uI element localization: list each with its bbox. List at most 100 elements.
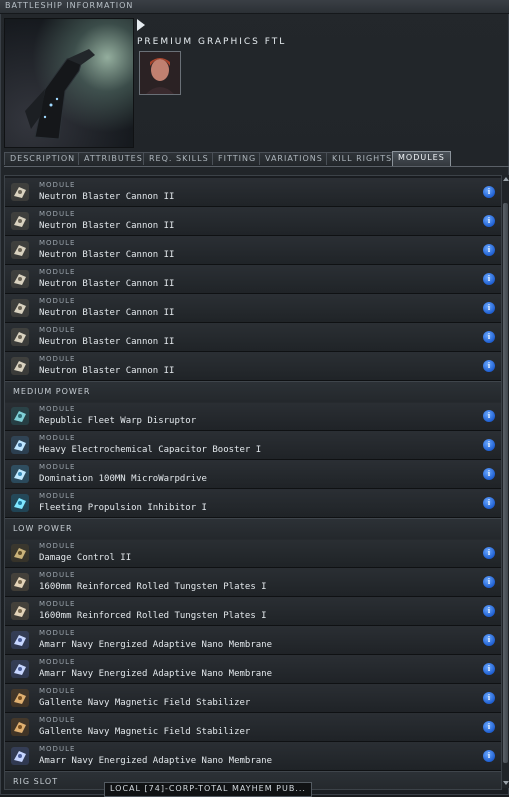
module-name: Damage Control II bbox=[39, 553, 132, 563]
scroll-up-arrow-icon[interactable] bbox=[503, 177, 509, 181]
module-kind-label: MODULE bbox=[39, 492, 76, 500]
module-row[interactable]: MODULE 1600mm Reinforced Rolled Tungsten … bbox=[5, 597, 501, 626]
info-icon[interactable]: i bbox=[483, 497, 495, 509]
blaster-icon bbox=[10, 298, 30, 318]
section-low-power[interactable]: LOW POWER bbox=[5, 518, 501, 540]
tab-variations[interactable]: VARIATIONS bbox=[259, 152, 329, 165]
info-icon[interactable]: i bbox=[483, 750, 495, 762]
tab-attributes[interactable]: ATTRIBUTES bbox=[78, 152, 149, 165]
module-row[interactable]: MODULE Gallente Navy Magnetic Field Stabi… bbox=[5, 713, 501, 742]
info-icon[interactable]: i bbox=[483, 410, 495, 422]
tab-kill-rights[interactable]: KILL RIGHTS bbox=[326, 152, 399, 165]
module-name: Domination 100MN MicroWarpdrive bbox=[39, 474, 207, 484]
info-icon[interactable]: i bbox=[483, 302, 495, 314]
module-name: Neutron Blaster Cannon II bbox=[39, 221, 175, 231]
blaster-icon bbox=[10, 240, 30, 260]
section-medium-power[interactable]: MEDIUM POWER bbox=[5, 381, 501, 403]
info-icon[interactable]: i bbox=[483, 273, 495, 285]
blaster-icon bbox=[10, 356, 30, 376]
module-kind-label: MODULE bbox=[39, 687, 76, 695]
module-kind-label: MODULE bbox=[39, 658, 76, 666]
field-stabilizer-icon bbox=[10, 717, 30, 737]
armor-plate-icon bbox=[10, 572, 30, 592]
module-kind-label: MODULE bbox=[39, 600, 76, 608]
field-stabilizer-icon bbox=[10, 688, 30, 708]
damage-control-icon bbox=[10, 543, 30, 563]
modules-list[interactable]: MODULE Neutron Blaster Cannon II i MODULE Ne… bbox=[4, 175, 502, 790]
blaster-icon bbox=[10, 182, 30, 202]
info-icon[interactable]: i bbox=[483, 576, 495, 588]
microwarpdrive-icon bbox=[10, 464, 30, 484]
scroll-thumb[interactable] bbox=[503, 203, 508, 763]
module-name: Gallente Navy Magnetic Field Stabilizer bbox=[39, 727, 251, 737]
info-icon[interactable]: i bbox=[483, 663, 495, 675]
module-row[interactable]: MODULE Fleeting Propulsion Inhibitor I i bbox=[5, 489, 501, 518]
module-kind-label: MODULE bbox=[39, 297, 76, 305]
blaster-icon bbox=[10, 211, 30, 231]
info-icon[interactable]: i bbox=[483, 468, 495, 480]
module-name: Fleeting Propulsion Inhibitor I bbox=[39, 503, 207, 513]
module-row[interactable]: MODULE Neutron Blaster Cannon II i bbox=[5, 207, 501, 236]
tab-description[interactable]: DESCRIPTION bbox=[4, 152, 82, 165]
section-label: RIG SLOT bbox=[13, 777, 59, 786]
module-row[interactable]: MODULE Heavy Electrochemical Capacitor Bo… bbox=[5, 431, 501, 460]
module-name: Neutron Blaster Cannon II bbox=[39, 366, 175, 376]
module-row[interactable]: MODULE Neutron Blaster Cannon II i bbox=[5, 265, 501, 294]
module-name: Neutron Blaster Cannon II bbox=[39, 250, 175, 260]
module-kind-label: MODULE bbox=[39, 355, 76, 363]
window-titlebar[interactable]: BATTLESHIP INFORMATION bbox=[0, 0, 509, 14]
warp-disruptor-icon bbox=[10, 406, 30, 426]
module-row[interactable]: MODULE Amarr Navy Energized Adaptive Nano… bbox=[5, 742, 501, 771]
info-icon[interactable]: i bbox=[483, 439, 495, 451]
module-kind-label: MODULE bbox=[39, 210, 76, 218]
ship-header: PREMIUM GRAPHICS FTL bbox=[0, 14, 509, 154]
module-kind-label: MODULE bbox=[39, 181, 76, 189]
module-kind-label: MODULE bbox=[39, 239, 76, 247]
module-row[interactable]: MODULE Republic Fleet Warp Disruptor i bbox=[5, 402, 501, 431]
module-row[interactable]: MODULE Neutron Blaster Cannon II i bbox=[5, 294, 501, 323]
play-arrow-icon[interactable] bbox=[137, 19, 145, 31]
propulsion-inhibitor-icon bbox=[10, 493, 30, 513]
module-name: Amarr Navy Energized Adaptive Nano Membr… bbox=[39, 640, 272, 650]
nano-membrane-icon bbox=[10, 746, 30, 766]
module-name: 1600mm Reinforced Rolled Tungsten Plates… bbox=[39, 611, 267, 621]
module-row[interactable]: MODULE Amarr Navy Energized Adaptive Nano… bbox=[5, 655, 501, 684]
info-icon[interactable]: i bbox=[483, 692, 495, 704]
module-row[interactable]: MODULE Neutron Blaster Cannon II i bbox=[5, 352, 501, 381]
info-tabs: DESCRIPTION ATTRIBUTES REQ. SKILLS FITTI… bbox=[4, 151, 509, 167]
info-icon[interactable]: i bbox=[483, 360, 495, 372]
info-icon[interactable]: i bbox=[483, 331, 495, 343]
module-name: Neutron Blaster Cannon II bbox=[39, 337, 175, 347]
module-name: Heavy Electrochemical Capacitor Booster … bbox=[39, 445, 262, 455]
module-kind-label: MODULE bbox=[39, 542, 76, 550]
module-row[interactable]: MODULE Gallente Navy Magnetic Field Stabi… bbox=[5, 684, 501, 713]
module-row[interactable]: MODULE Neutron Blaster Cannon II i bbox=[5, 236, 501, 265]
module-kind-label: MODULE bbox=[39, 716, 76, 724]
info-icon[interactable]: i bbox=[483, 634, 495, 646]
module-row[interactable]: MODULE 1600mm Reinforced Rolled Tungsten … bbox=[5, 568, 501, 597]
info-icon[interactable]: i bbox=[483, 547, 495, 559]
tab-fitting[interactable]: FITTING bbox=[212, 152, 263, 165]
module-kind-label: MODULE bbox=[39, 745, 76, 753]
modules-scrollbar[interactable] bbox=[501, 175, 509, 788]
module-row[interactable]: MODULE Damage Control II i bbox=[5, 539, 501, 568]
module-name: Amarr Navy Energized Adaptive Nano Membr… bbox=[39, 669, 272, 679]
module-name: Neutron Blaster Cannon II bbox=[39, 308, 175, 318]
info-icon[interactable]: i bbox=[483, 186, 495, 198]
info-icon[interactable]: i bbox=[483, 721, 495, 733]
module-row[interactable]: MODULE Neutron Blaster Cannon II i bbox=[5, 323, 501, 352]
info-icon[interactable]: i bbox=[483, 244, 495, 256]
nano-membrane-icon bbox=[10, 659, 30, 679]
pilot-portrait[interactable] bbox=[139, 51, 181, 95]
scroll-down-arrow-icon[interactable] bbox=[503, 781, 509, 785]
battleship-info-window: BATTLESHIP INFORMATION PREMIUM GRAPHICS … bbox=[0, 0, 509, 797]
module-row[interactable]: MODULE Neutron Blaster Cannon II i bbox=[5, 178, 501, 207]
module-name: 1600mm Reinforced Rolled Tungsten Plates… bbox=[39, 582, 267, 592]
tab-req-skills[interactable]: REQ. SKILLS bbox=[143, 152, 215, 165]
module-row[interactable]: MODULE Amarr Navy Energized Adaptive Nano… bbox=[5, 626, 501, 655]
armor-plate-icon bbox=[10, 601, 30, 621]
info-icon[interactable]: i bbox=[483, 215, 495, 227]
tab-modules[interactable]: MODULES bbox=[392, 151, 451, 166]
module-row[interactable]: MODULE Domination 100MN MicroWarpdrive i bbox=[5, 460, 501, 489]
info-icon[interactable]: i bbox=[483, 605, 495, 617]
